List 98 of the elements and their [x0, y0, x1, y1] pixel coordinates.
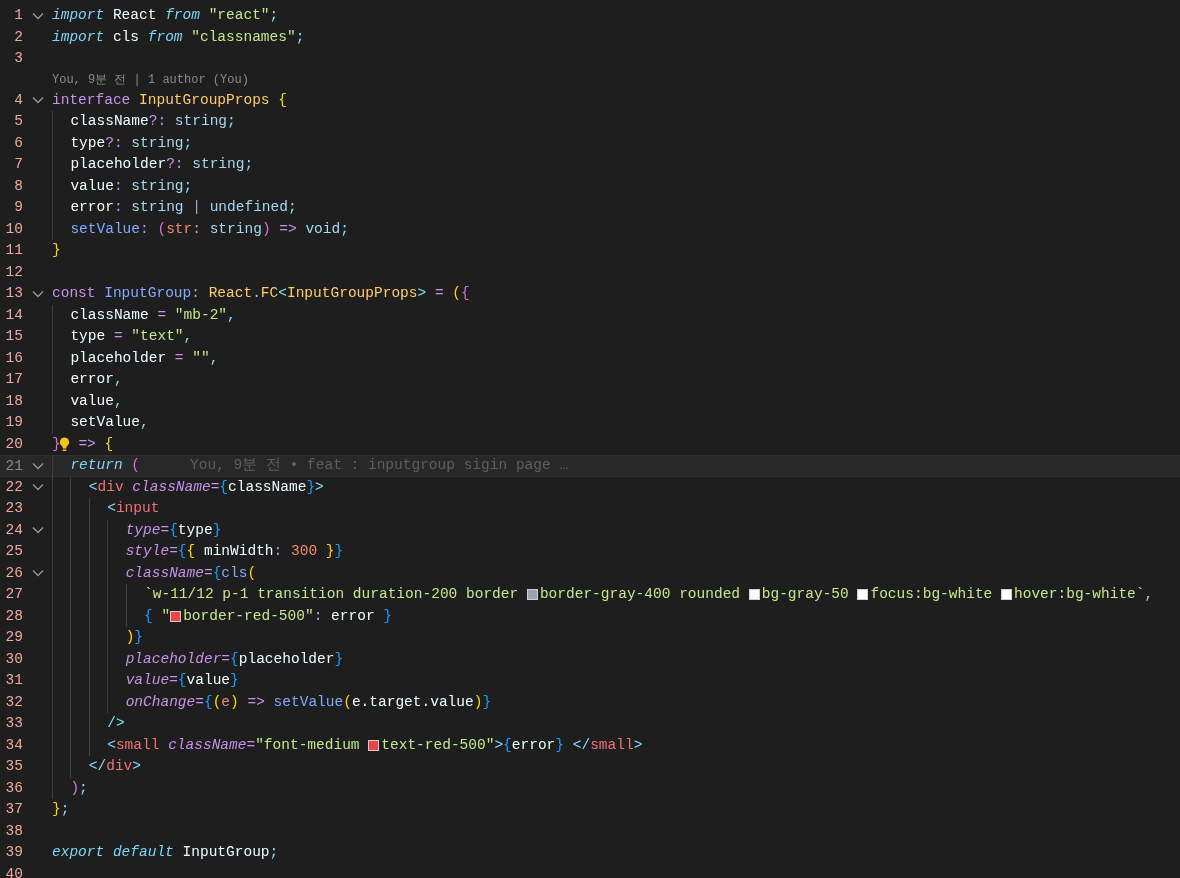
- code-text: text-red-500">{error} </small>: [381, 735, 643, 755]
- color-swatch-icon[interactable]: [170, 610, 182, 622]
- line-number: 35: [4, 757, 23, 776]
- code-text: <input: [107, 499, 160, 518]
- code-text: <div className={className}>: [88, 477, 324, 497]
- line-number: 3: [13, 49, 23, 68]
- line-number: 27: [4, 585, 23, 604]
- color-swatch-icon[interactable]: [857, 589, 869, 601]
- code-text: `w-11/12 p-1 transition duration-200 border: [144, 585, 520, 604]
- code-text: import cls from "classnames";: [52, 27, 305, 47]
- code-text: );: [70, 778, 88, 798]
- line-number: 21: [4, 457, 23, 476]
- code-text: export default InputGroup;: [52, 843, 279, 862]
- code-text: <small className="font-medium: [107, 735, 361, 755]
- line-number: 12: [4, 262, 23, 282]
- line-number: 24: [4, 520, 23, 540]
- code-text: placeholder = "",: [70, 348, 219, 368]
- code-text: };: [52, 800, 70, 819]
- fold-chevron-icon[interactable]: [31, 96, 44, 105]
- line-number: 13: [4, 284, 23, 303]
- line-number: 19: [4, 413, 23, 432]
- line-number: 33: [4, 714, 23, 733]
- line-number: 17: [4, 370, 23, 389]
- line-number: 30: [4, 649, 23, 669]
- code-text: type = "text",: [70, 327, 193, 346]
- line-number: 34: [4, 735, 23, 755]
- fold-chevron-icon[interactable]: [31, 461, 44, 470]
- code-text: placeholder={placeholder}: [125, 649, 344, 669]
- code-text: setValue: (str: string) => void;: [70, 219, 349, 239]
- fold-chevron-icon[interactable]: [31, 483, 44, 492]
- line-number: 26: [4, 563, 23, 583]
- line-number: 20: [4, 434, 23, 454]
- line-number: 31: [4, 671, 23, 690]
- code-text: const InputGroup: React.FC<InputGroupProps> = ({: [52, 284, 470, 303]
- code-text: type={type}: [125, 520, 222, 540]
- line-number: 39: [4, 843, 23, 862]
- color-swatch-icon[interactable]: [1001, 589, 1012, 601]
- line-number: 6: [13, 133, 23, 153]
- color-swatch-icon[interactable]: [748, 589, 760, 601]
- line-number: 37: [4, 800, 23, 819]
- code-text: />: [107, 714, 125, 733]
- line-number: 40: [4, 864, 23, 878]
- line-number: 4: [13, 90, 23, 110]
- line-number: 9: [13, 198, 23, 217]
- code-text: value={value}: [125, 671, 239, 690]
- fold-chevron-icon[interactable]: [31, 289, 44, 298]
- line-number: 23: [4, 499, 23, 518]
- code-text: value,: [70, 391, 123, 411]
- line-number: 32: [4, 692, 23, 712]
- code-text: border-red-500": error }: [183, 606, 392, 626]
- code-text: setValue,: [70, 413, 149, 432]
- code-text: style={{ minWidth: 300 }}: [125, 542, 344, 561]
- line-number: 29: [4, 628, 23, 647]
- code-text: border-gray-400 rounded: [539, 585, 742, 604]
- line-number: 10: [4, 219, 23, 239]
- color-swatch-icon[interactable]: [368, 739, 380, 751]
- color-swatch-icon[interactable]: [526, 589, 538, 601]
- codelens-text[interactable]: You, 9분 전 | 1 author (You): [52, 70, 249, 89]
- code-text: { ": [144, 606, 171, 626]
- fold-chevron-icon[interactable]: [31, 11, 44, 20]
- code-text: type?: string;: [70, 133, 193, 153]
- code-text: hover:bg-white`,: [1014, 585, 1154, 604]
- code-text: bg-gray-50: [761, 585, 850, 604]
- line-number: 14: [4, 305, 23, 325]
- code-text: value: string;: [70, 176, 193, 196]
- line-number: 16: [4, 348, 23, 368]
- fold-chevron-icon[interactable]: [31, 526, 44, 535]
- line-number: 1: [13, 6, 23, 25]
- line-number: 11: [4, 241, 23, 260]
- line-number: 22: [4, 477, 23, 497]
- line-number: 25: [4, 542, 23, 561]
- code-text: error: string | undefined;: [70, 198, 297, 217]
- line-number: 28: [4, 606, 23, 626]
- code-text: return (: [70, 456, 141, 475]
- line-number: 8: [13, 176, 23, 196]
- code-text: className?: string;: [70, 112, 236, 131]
- line-number: 38: [4, 821, 23, 841]
- code-text: error,: [70, 370, 123, 389]
- code-text: onChange={(e) => setValue(e.target.value)}: [125, 692, 492, 712]
- line-number: 5: [13, 112, 23, 131]
- code-text: className = "mb-2",: [70, 305, 236, 325]
- line-number: 18: [4, 391, 23, 411]
- code-text: }: [52, 434, 61, 454]
- code-text: import React from "react";: [52, 6, 279, 25]
- code-text: className={cls(: [125, 563, 257, 583]
- fold-chevron-icon[interactable]: [31, 569, 44, 578]
- code-text: => {: [77, 434, 114, 454]
- line-number: 36: [4, 778, 23, 798]
- line-number: 2: [13, 27, 23, 47]
- code-text: )}: [125, 628, 144, 647]
- code-text: interface InputGroupProps {: [52, 90, 287, 110]
- code-text: placeholder?: string;: [70, 155, 254, 174]
- line-number: 15: [4, 327, 23, 346]
- code-text: </div>: [88, 757, 142, 776]
- lightbulb-icon[interactable]: [58, 436, 70, 453]
- code-text: focus:bg-white: [870, 585, 994, 604]
- line-number: 7: [13, 155, 23, 174]
- code-text: }: [52, 241, 61, 260]
